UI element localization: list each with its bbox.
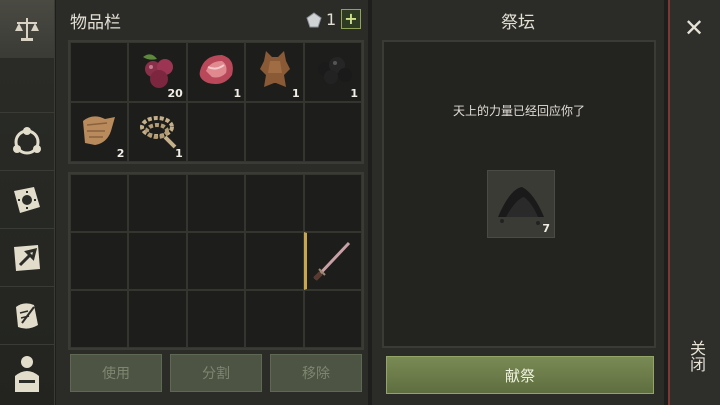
character-icon bbox=[15, 356, 39, 392]
inventory-slot[interactable] bbox=[186, 290, 246, 348]
close-strip[interactable]: ✕ 关闭 bbox=[668, 0, 720, 405]
offering-slot[interactable]: 7 bbox=[487, 170, 555, 238]
inventory-slot[interactable] bbox=[245, 102, 304, 162]
inventory-slot[interactable]: 1 bbox=[128, 102, 187, 162]
triad-icon bbox=[13, 127, 41, 155]
inventory-slot[interactable]: 2 bbox=[70, 102, 129, 162]
item-count: 1 bbox=[175, 147, 183, 160]
altar-panel: 祭坛 天上的力量已经回应你了 7 献祭 bbox=[372, 0, 664, 405]
inventory-slot[interactable]: 20 bbox=[128, 42, 187, 102]
inventory-slot[interactable]: 1 bbox=[186, 42, 246, 102]
inventory-slot[interactable] bbox=[245, 290, 304, 348]
inventory-slot[interactable]: 1 bbox=[245, 42, 304, 102]
altar-message: 天上的力量已经回应你了 bbox=[452, 104, 585, 118]
sword-icon bbox=[312, 241, 350, 281]
altar-title: 祭坛 bbox=[501, 13, 535, 33]
inventory-panel: 物品栏 1 + 20 1 1 1 2 1 使用 分割 移除 bbox=[56, 0, 368, 405]
inventory-slot[interactable] bbox=[70, 232, 129, 290]
inventory-slot[interactable] bbox=[70, 174, 129, 232]
offering-count: 7 bbox=[542, 222, 550, 235]
scroll-quill-icon bbox=[16, 303, 38, 329]
sidebar bbox=[0, 0, 55, 405]
use-button[interactable]: 使用 bbox=[70, 354, 162, 392]
scales-icon bbox=[15, 18, 39, 41]
inventory-slot[interactable] bbox=[128, 232, 187, 290]
offer-button[interactable]: 献祭 bbox=[386, 356, 654, 394]
item-count: 1 bbox=[350, 87, 358, 100]
close-label[interactable]: 关闭 bbox=[684, 340, 708, 372]
close-icon[interactable]: ✕ bbox=[684, 14, 704, 42]
split-button[interactable]: 分割 bbox=[170, 354, 262, 392]
altar-box: 天上的力量已经回应你了 7 bbox=[382, 40, 656, 348]
sidebar-item-map[interactable] bbox=[0, 228, 54, 287]
inventory-slot[interactable]: 1 bbox=[303, 42, 362, 102]
inventory-slot[interactable] bbox=[303, 290, 362, 348]
inventory-title: 物品栏 bbox=[70, 13, 121, 33]
gem-icon bbox=[306, 12, 322, 28]
equipment-grid bbox=[68, 172, 364, 350]
currency-count: 1 bbox=[326, 10, 337, 29]
sidebar-item-inventory[interactable] bbox=[0, 0, 54, 58]
inventory-slot[interactable] bbox=[128, 290, 187, 348]
inventory-slot[interactable] bbox=[128, 174, 187, 232]
sidebar-item-character[interactable] bbox=[0, 344, 54, 403]
item-count: 1 bbox=[291, 87, 300, 100]
inventory-slot[interactable] bbox=[186, 232, 246, 290]
add-currency-button[interactable]: + bbox=[341, 9, 361, 29]
inventory-slot[interactable] bbox=[245, 232, 304, 290]
inventory-slot[interactable] bbox=[70, 290, 129, 348]
map-arrow-icon bbox=[14, 245, 40, 271]
item-count: 1 bbox=[233, 87, 242, 100]
inventory-slot[interactable] bbox=[186, 174, 246, 232]
item-count: 20 bbox=[167, 87, 183, 100]
inventory-slot[interactable] bbox=[70, 42, 129, 102]
equipped-weapon-slot[interactable] bbox=[303, 232, 362, 290]
inventory-slot[interactable] bbox=[186, 102, 246, 162]
item-count: 2 bbox=[116, 147, 125, 160]
inventory-slot[interactable] bbox=[303, 174, 362, 232]
inventory-slot[interactable] bbox=[245, 174, 304, 232]
sidebar-item-journal[interactable] bbox=[0, 170, 54, 229]
inventory-grid: 20 1 1 1 2 1 bbox=[68, 40, 364, 164]
sidebar-item-skills[interactable] bbox=[0, 112, 54, 171]
sidebar-item-recipes[interactable] bbox=[0, 286, 54, 345]
inventory-slot[interactable] bbox=[303, 102, 362, 162]
sun-book-icon bbox=[14, 187, 40, 213]
remove-button[interactable]: 移除 bbox=[270, 354, 362, 392]
